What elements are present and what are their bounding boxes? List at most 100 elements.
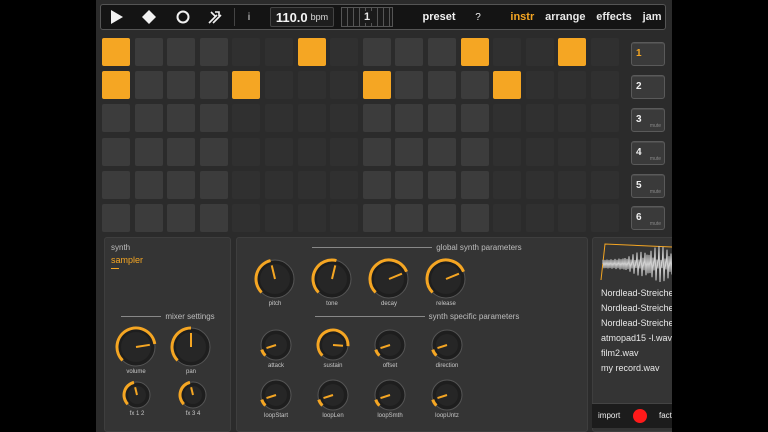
step-pad[interactable] [264, 170, 293, 199]
step-pad[interactable] [590, 71, 619, 100]
step-pad[interactable] [167, 203, 196, 232]
step-pad[interactable] [167, 38, 196, 66]
step-pad[interactable] [460, 137, 489, 166]
step-pad[interactable] [427, 137, 456, 166]
tone-knob[interactable]: tone [306, 258, 358, 307]
step-pad[interactable] [362, 38, 391, 66]
hammer-icon[interactable] [203, 5, 227, 29]
step-pad[interactable] [493, 170, 522, 199]
step-pad[interactable] [427, 203, 456, 232]
step-pad[interactable] [232, 137, 261, 166]
step-pad[interactable] [134, 170, 163, 199]
step-pad[interactable] [590, 38, 619, 66]
step-pad[interactable] [297, 71, 326, 100]
step-pad[interactable] [134, 71, 163, 100]
fx-3-4-knob[interactable]: fx 3 4 [173, 380, 213, 417]
step-pad[interactable] [134, 104, 163, 133]
step-pad[interactable] [362, 71, 391, 100]
step-pad[interactable] [590, 137, 619, 166]
step-pad[interactable] [167, 170, 196, 199]
step-pad[interactable] [199, 170, 228, 199]
track-button-4[interactable]: 4 mute [631, 141, 665, 165]
preset-button[interactable]: preset [419, 5, 459, 29]
step-pad[interactable] [297, 203, 326, 232]
step-pad[interactable] [199, 137, 228, 166]
step-pad[interactable] [330, 104, 359, 133]
tempo-display[interactable]: 110.0 bpm [270, 7, 334, 27]
step-pad[interactable] [395, 71, 424, 100]
loopstart-knob[interactable]: loopStart [254, 378, 298, 419]
step-pad[interactable] [427, 104, 456, 133]
step-pad[interactable] [297, 38, 326, 66]
step-pad[interactable] [199, 38, 228, 66]
step-pad[interactable] [395, 170, 424, 199]
circle-icon[interactable] [171, 5, 195, 29]
track-button-5[interactable]: 5 mute [631, 174, 665, 198]
step-pad[interactable] [558, 104, 587, 133]
sample-file-item[interactable]: my record.wav [601, 363, 660, 373]
step-pad[interactable] [493, 203, 522, 232]
import-button[interactable]: import [598, 411, 620, 420]
step-pad[interactable] [525, 104, 554, 133]
info-button[interactable]: i [241, 5, 257, 29]
instrument-selected[interactable]: sampler [111, 255, 143, 265]
step-pad[interactable] [525, 71, 554, 100]
step-pad[interactable] [362, 137, 391, 166]
step-pad[interactable] [330, 170, 359, 199]
step-pad[interactable] [395, 203, 424, 232]
pan-knob[interactable]: pan [165, 326, 217, 375]
sustain-knob[interactable]: sustain [311, 328, 355, 369]
step-pad[interactable] [362, 203, 391, 232]
step-pad[interactable] [558, 137, 587, 166]
step-pad[interactable] [525, 137, 554, 166]
step-pad[interactable] [558, 203, 587, 232]
step-pad[interactable] [525, 170, 554, 199]
step-pad[interactable] [330, 71, 359, 100]
step-pad[interactable] [460, 38, 489, 66]
waveform-display[interactable] [599, 240, 672, 284]
step-pad[interactable] [590, 104, 619, 133]
step-pad[interactable] [460, 71, 489, 100]
factory-button[interactable]: factory [659, 411, 672, 420]
sample-file-item[interactable]: Nordlead-Streicher2a.wav [601, 288, 672, 298]
step-pad[interactable] [590, 170, 619, 199]
step-pad[interactable] [395, 104, 424, 133]
step-pad[interactable] [395, 137, 424, 166]
pitch-knob[interactable]: pitch [249, 258, 301, 307]
step-pad[interactable] [232, 71, 261, 100]
decay-knob[interactable]: decay [363, 258, 415, 307]
step-pad[interactable] [134, 203, 163, 232]
step-pad[interactable] [297, 104, 326, 133]
step-pad[interactable] [558, 170, 587, 199]
step-pad[interactable] [427, 38, 456, 66]
step-pad[interactable] [427, 170, 456, 199]
volume-knob[interactable]: volume [110, 326, 162, 375]
step-pad[interactable] [199, 203, 228, 232]
step-pad[interactable] [362, 104, 391, 133]
step-pad[interactable] [395, 38, 424, 66]
loopuntz-knob[interactable]: loopUntz [425, 378, 469, 419]
sample-file-item[interactable]: Nordlead-Streicher2c.wav [601, 318, 672, 328]
step-pad[interactable] [232, 203, 261, 232]
step-pad[interactable] [330, 38, 359, 66]
track-button-2[interactable]: 2 [631, 75, 665, 99]
step-pad[interactable] [102, 71, 130, 100]
step-pad[interactable] [232, 104, 261, 133]
step-pad[interactable] [199, 71, 228, 100]
step-pad[interactable] [232, 38, 261, 66]
step-pad[interactable] [297, 170, 326, 199]
step-pad[interactable] [264, 71, 293, 100]
step-pad[interactable] [460, 170, 489, 199]
step-pad[interactable] [102, 137, 130, 166]
loopsmth-knob[interactable]: loopSmth [368, 378, 412, 419]
step-pad[interactable] [264, 38, 293, 66]
step-pad[interactable] [493, 38, 522, 66]
step-pad[interactable] [102, 104, 130, 133]
step-pad[interactable] [264, 137, 293, 166]
direction-knob[interactable]: direction [425, 328, 469, 369]
step-pad[interactable] [460, 203, 489, 232]
fx-1-2-knob[interactable]: fx 1 2 [117, 380, 157, 417]
step-pad[interactable] [330, 203, 359, 232]
step-pad[interactable] [264, 203, 293, 232]
sample-file-item[interactable]: Nordlead-Streicher2b.wav [601, 303, 672, 313]
